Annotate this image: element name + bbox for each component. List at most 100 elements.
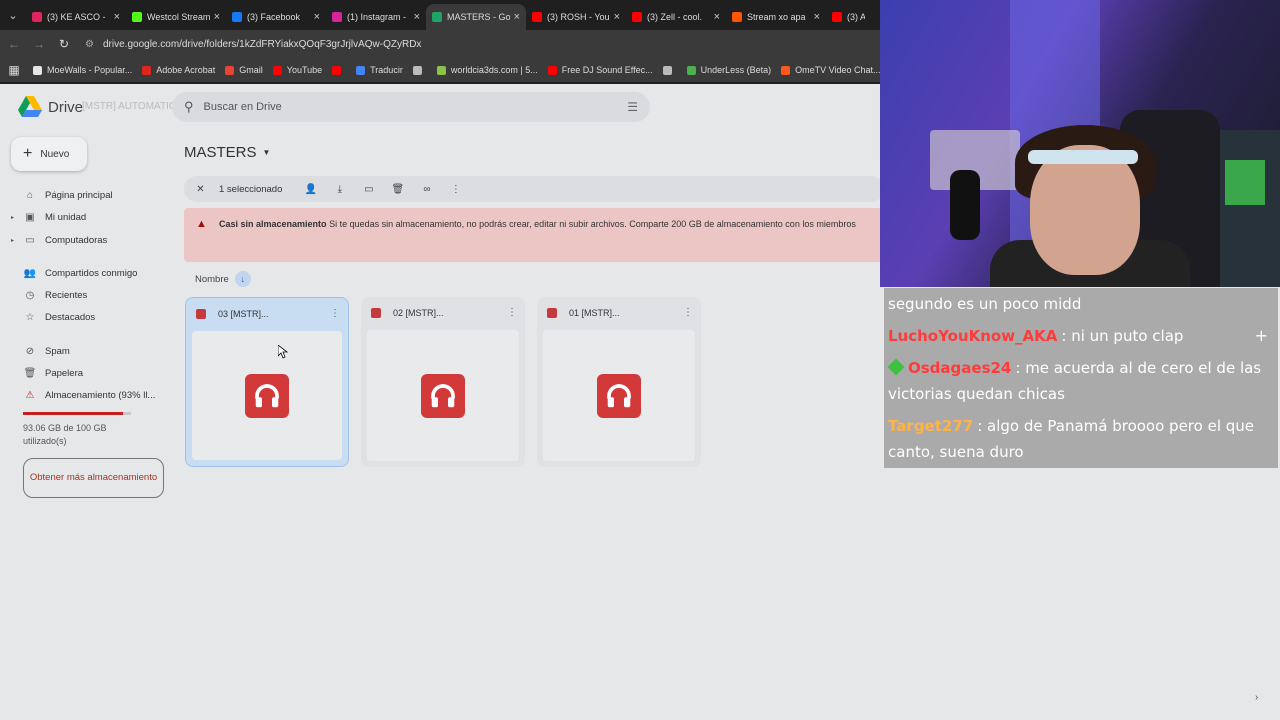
browser-tab[interactable]: MASTERS - Go × [426, 4, 526, 30]
bookmark-item[interactable]: MoeWalls - Popular... [33, 65, 132, 75]
tab-close-icon[interactable]: × [514, 11, 520, 23]
bookmark-item[interactable]: worldcia3ds.com | 5... [436, 65, 538, 75]
sidebar-item-drive[interactable]: ▸ ▣ Mi unidad [0, 206, 170, 228]
tab-favicon-icon [732, 12, 742, 22]
back-icon[interactable]: ← [3, 33, 25, 55]
tab-close-icon[interactable]: × [714, 11, 720, 23]
bookmark-item[interactable]: UnderLess (Beta) [686, 65, 772, 75]
plus-icon: + [23, 145, 33, 162]
bookmark-item[interactable]: YouTube [272, 65, 322, 75]
search-options-icon[interactable]: ☰ [627, 100, 638, 114]
search-box[interactable]: ⚲ Buscar en Drive ☰ [172, 92, 650, 122]
file-thumbnail[interactable] [543, 330, 695, 461]
browser-tab[interactable]: (3) Facebook × [226, 4, 326, 30]
forward-icon[interactable]: → [28, 33, 50, 55]
sidebar-item-warning[interactable]: ⚠ Almacenamiento (93% ll... [0, 384, 170, 406]
new-button-label: Nuevo [40, 148, 70, 160]
new-button[interactable]: + Nuevo [11, 137, 87, 171]
browser-tab[interactable]: (3) Azul [826, 4, 871, 30]
star-icon: ☆ [25, 311, 35, 323]
tab-favicon-icon [832, 12, 842, 22]
tab-close-icon[interactable]: × [414, 11, 420, 23]
tab-search-icon[interactable]: ⌄ [0, 0, 26, 30]
sidebar-item-star[interactable]: ☆ Destacados [0, 306, 170, 328]
bookmark-item[interactable] [412, 65, 427, 75]
file-card[interactable]: 03 [MSTR]... ⋮ [185, 297, 349, 467]
arrow-down-icon[interactable]: ↓ [234, 271, 251, 287]
tab-close-icon[interactable]: × [214, 11, 220, 23]
storage-bar [23, 412, 131, 415]
spam-icon: ⊘ [25, 345, 35, 357]
bookmark-item[interactable]: Free DJ Sound Effec... [547, 65, 653, 75]
browser-tab[interactable]: (3) ROSH - You × [526, 4, 626, 30]
bookmark-item[interactable]: Traducir [356, 65, 403, 75]
file-name: 01 [MSTR]... [569, 307, 620, 318]
file-card[interactable]: 02 [MSTR]... ⋮ [361, 297, 525, 467]
bookmark-label: worldcia3ds.com | 5... [450, 65, 538, 75]
browser-tab[interactable]: Westcol Stream × [126, 4, 226, 30]
bookmark-item[interactable]: Adobe Acrobat [142, 65, 215, 75]
file-card[interactable]: 01 [MSTR]... ⋮ [537, 297, 701, 467]
move-icon[interactable]: ▭ [354, 184, 383, 195]
site-info-icon[interactable]: ⚙ [85, 39, 97, 50]
browser-tab[interactable]: (3) KE ASCO - × [26, 4, 126, 30]
chat-text: segundo es un poco midd [888, 295, 1082, 313]
bookmark-label: UnderLess (Beta) [700, 65, 772, 75]
bookmark-favicon-icon [225, 65, 235, 75]
chat-message: Osdagaes24: me acuerda al de cero el de … [884, 352, 1278, 410]
sort-control[interactable]: Nombre ↓ [195, 271, 251, 287]
sidebar-item-spam[interactable]: ⊘ Spam [0, 340, 170, 362]
link-icon[interactable]: ∞ [412, 184, 441, 195]
sidebar-item-label: Mi unidad [45, 211, 87, 223]
tab-close-icon[interactable]: × [314, 11, 320, 23]
plus-icon[interactable]: + [1255, 323, 1268, 349]
sidebar-item-clock[interactable]: ◷ Recientes [0, 284, 170, 306]
chat-username: Target277 [888, 417, 974, 435]
drive-logo-icon [18, 96, 42, 117]
browser-tab[interactable]: (1) Instagram - × [326, 4, 426, 30]
sidebar-item-label: Compartidos conmigo [45, 267, 138, 279]
tab-close-icon[interactable]: × [814, 11, 820, 23]
bookmark-item[interactable]: Gmail [225, 65, 263, 75]
bookmark-favicon-icon [356, 65, 366, 75]
sidebar-item-home[interactable]: ⌂ Página principal [0, 184, 170, 206]
download-icon[interactable]: ⤓ [325, 184, 354, 195]
trash-icon[interactable]: 🗑 [383, 184, 412, 195]
tab-close-icon[interactable]: × [614, 11, 620, 23]
sidebar-item-trash[interactable]: 🗑 Papelera [0, 362, 170, 384]
apps-icon[interactable]: ▦ [3, 59, 25, 81]
tab-close-icon[interactable]: × [114, 11, 120, 23]
bookmark-item[interactable] [332, 65, 346, 75]
warning-text: Casi sin almacenamiento Si te quedas sin… [219, 219, 856, 229]
bookmark-item[interactable] [662, 65, 677, 75]
file-thumbnail[interactable] [367, 330, 519, 461]
file-thumbnail[interactable] [192, 331, 342, 460]
chat-text: : ni un puto clap [1061, 327, 1184, 345]
close-icon[interactable]: ✕ [186, 184, 215, 195]
url-field[interactable]: ⚙ drive.google.com/drive/folders/1kZdFRY… [85, 39, 421, 51]
tab-title: (3) Zell - cool. [647, 12, 703, 22]
tab-title: (3) KE ASCO - [47, 12, 106, 22]
browser-tab[interactable]: (3) Zell - cool. × [626, 4, 726, 30]
more-vert-icon[interactable]: ⋮ [441, 184, 470, 195]
folder-title[interactable]: MASTERS ▼ [184, 144, 270, 161]
drive-logo[interactable]: Drive [18, 96, 83, 118]
caret-icon[interactable]: ▸ [0, 214, 14, 221]
mouse-cursor-icon [278, 345, 288, 359]
caret-icon[interactable]: ▸ [0, 237, 14, 244]
sidebar-item-people[interactable]: 👥 Compartidos conmigo [0, 262, 170, 284]
more-vert-icon[interactable]: ⋮ [330, 308, 340, 319]
reload-icon[interactable]: ↻ [53, 33, 75, 55]
bookmark-favicon-icon [686, 65, 696, 75]
tab-favicon-icon [632, 12, 642, 22]
search-input[interactable]: Buscar en Drive [204, 101, 282, 113]
search-icon[interactable]: ⚲ [184, 99, 194, 115]
share-icon[interactable]: 👤 [296, 184, 325, 195]
more-vert-icon[interactable]: ⋮ [507, 307, 517, 318]
sidebar-item-computer[interactable]: ▸ ▭ Computadoras [0, 229, 170, 251]
bookmark-item[interactable]: OmeTV Video Chat... [781, 65, 881, 75]
browser-tab[interactable]: Stream xo apa × [726, 4, 826, 30]
tab-favicon-icon [432, 12, 442, 22]
more-vert-icon[interactable]: ⋮ [683, 307, 693, 318]
get-more-storage-button[interactable]: Obtener más almacenamiento [23, 458, 164, 498]
